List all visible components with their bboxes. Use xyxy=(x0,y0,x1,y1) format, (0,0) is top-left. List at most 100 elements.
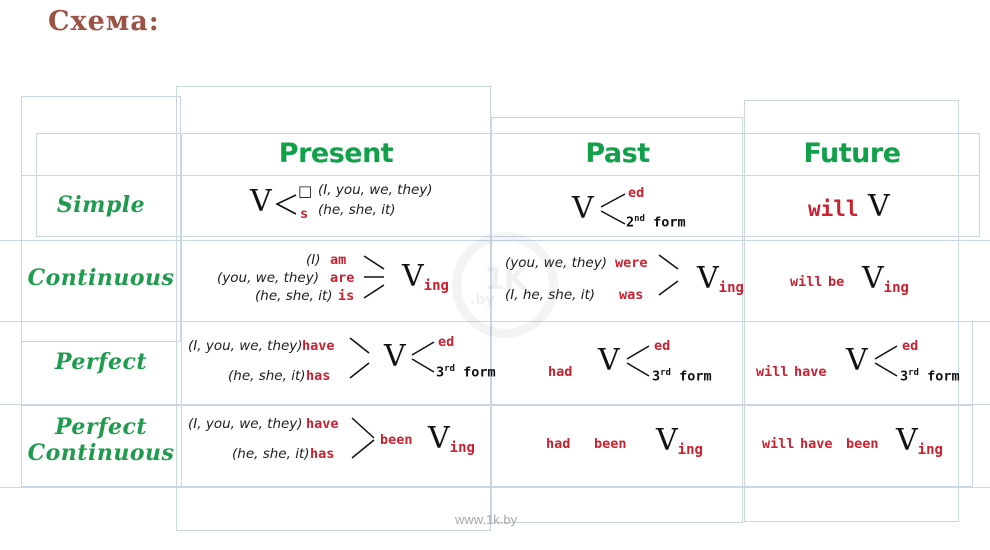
pronouns-singular: (he, she, it) xyxy=(228,368,306,384)
third-form-label: 3rd form xyxy=(900,368,960,385)
verb-symbol: V xyxy=(896,423,918,458)
branch-lines-icon xyxy=(408,340,436,374)
verb-symbol: V xyxy=(862,261,884,296)
aux-been: been xyxy=(846,436,879,452)
row-label-continuous: Continuous xyxy=(27,265,175,291)
row-label-perfect: Perfect xyxy=(54,349,148,375)
footer-url: www.1k.by xyxy=(455,512,518,527)
verb-ing-group: Ving xyxy=(697,261,744,297)
aux-am: am xyxy=(330,252,347,268)
verb-symbol: V xyxy=(428,421,450,456)
third-form-number: 3 xyxy=(652,368,661,385)
aux-were: were xyxy=(615,255,648,271)
verb-symbol: V xyxy=(868,189,890,224)
verb-symbol: V xyxy=(572,191,594,226)
branch-lines-icon xyxy=(871,344,899,378)
pronouns-singular: (he, she, it) xyxy=(255,288,333,304)
aux-had: had xyxy=(548,364,573,380)
second-form-suffix: nd xyxy=(634,214,645,224)
aux-will: will xyxy=(790,274,823,290)
aux-will: will xyxy=(756,364,789,380)
pronouns-singular: (he, she, it) xyxy=(318,202,396,218)
verb-suffix-ing: ing xyxy=(917,442,943,459)
third-form-word: form xyxy=(927,368,960,385)
pronouns-plural: (I, you, we, they) xyxy=(318,182,433,198)
aux-have: have xyxy=(302,338,335,354)
column-header-past: Past xyxy=(585,138,650,169)
verb-suffix-ing: ing xyxy=(449,440,475,457)
verb-symbol: V xyxy=(250,184,272,219)
verb-symbol: V xyxy=(598,343,620,378)
aux-have: have xyxy=(800,436,833,452)
verb-symbol: V xyxy=(697,261,719,296)
verb-symbol: V xyxy=(846,343,868,378)
pronouns-plural: (I, you, we, they) xyxy=(188,416,303,432)
pronoun-i: (I) xyxy=(306,252,321,268)
suffix-ed: ed xyxy=(628,185,645,201)
branch-lines-icon xyxy=(362,252,388,302)
aux-was: was xyxy=(619,287,644,303)
branch-lines-icon xyxy=(657,253,683,299)
aux-is: is xyxy=(338,288,355,304)
aux-has: has xyxy=(310,446,335,462)
grid-hline-header-bottom xyxy=(21,175,980,176)
pronouns-singular: (he, she, it) xyxy=(232,446,310,462)
aux-have: have xyxy=(794,364,827,380)
verb-symbol: V xyxy=(402,259,424,294)
verb-suffix-ing: ing xyxy=(883,280,909,297)
row-label-simple: Simple xyxy=(56,192,146,218)
branch-lines-icon xyxy=(350,416,378,462)
verb-ing-group: Ving xyxy=(862,261,909,297)
suffix-s: s xyxy=(300,206,309,222)
aux-been: been xyxy=(594,436,627,452)
third-form-suffix: rd xyxy=(444,364,455,374)
third-form-word: form xyxy=(463,364,496,381)
branch-lines-icon xyxy=(348,336,374,382)
third-form-number: 3 xyxy=(900,368,909,385)
suffix-ed: ed xyxy=(654,338,671,354)
aux-had: had xyxy=(546,436,571,452)
branch-lines-icon xyxy=(597,192,627,226)
verb-suffix-ing: ing xyxy=(677,442,703,459)
pronouns-plural: (I, you, we, they) xyxy=(188,338,303,354)
verb-ing-group: Ving xyxy=(896,423,943,459)
verb-ing-group: Ving xyxy=(428,421,475,457)
aux-been: been xyxy=(380,432,413,448)
third-form-suffix: rd xyxy=(908,368,919,378)
second-form-label: 2nd form xyxy=(626,214,686,231)
column-header-future: Future xyxy=(803,138,901,169)
second-form-number: 2 xyxy=(626,214,635,231)
watermark-logo-suffix: .by xyxy=(470,292,495,308)
grid-hline-header-top xyxy=(36,133,980,134)
second-form-word: form xyxy=(653,214,686,231)
grid-hline-row4-bottom xyxy=(0,487,990,488)
verb-ing-group: Ving xyxy=(402,259,449,295)
branch-lines-icon xyxy=(623,344,651,378)
column-header-present: Present xyxy=(278,138,394,169)
aux-will: will xyxy=(762,436,795,452)
aux-will: will xyxy=(808,197,859,221)
grid-hline-row3-bottom xyxy=(0,404,990,405)
verb-suffix-ing: ing xyxy=(718,280,744,297)
third-form-label: 3rd form xyxy=(652,368,712,385)
verb-symbol: V xyxy=(656,423,678,458)
page-title: Схема: xyxy=(48,6,160,37)
verb-ing-group: Ving xyxy=(656,423,703,459)
empty-box-icon: □ xyxy=(298,182,313,200)
third-form-suffix: rd xyxy=(660,368,671,378)
aux-has: has xyxy=(306,368,331,384)
suffix-ed: ed xyxy=(438,334,455,350)
tense-chart-page: Схема: Present Past Future Simple Contin… xyxy=(0,0,990,550)
third-form-label: 3rd form xyxy=(436,364,496,381)
third-form-word: form xyxy=(679,368,712,385)
aux-have: have xyxy=(306,416,339,432)
pronouns-plural: (you, we, they) xyxy=(217,270,319,286)
suffix-ed: ed xyxy=(902,338,919,354)
branch-lines-icon xyxy=(274,192,298,218)
third-form-number: 3 xyxy=(436,364,445,381)
row-label-perfect-continuous: Perfect Continuous xyxy=(27,414,175,466)
verb-symbol: V xyxy=(384,339,406,374)
aux-are: are xyxy=(330,270,355,286)
aux-be: be xyxy=(828,274,845,290)
verb-suffix-ing: ing xyxy=(423,278,449,295)
